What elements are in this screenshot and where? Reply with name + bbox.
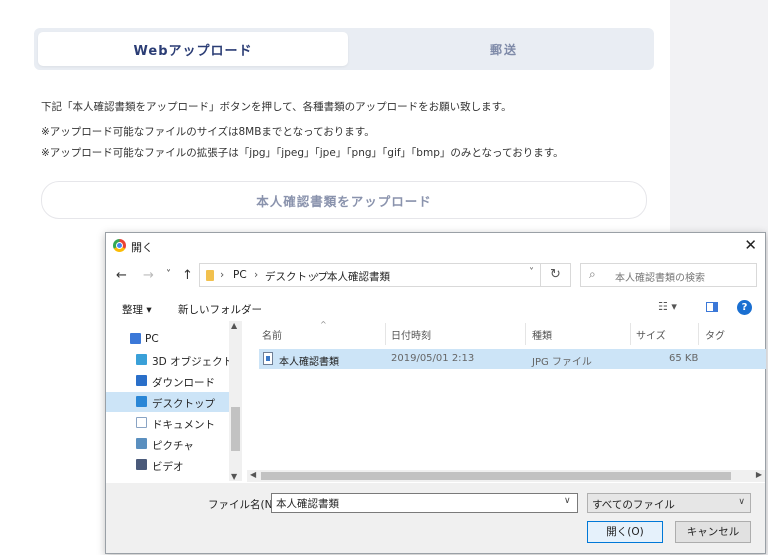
column-header-tag[interactable]: タグ: [705, 327, 725, 342]
column-header-size[interactable]: サイズ: [636, 327, 666, 342]
forward-arrow-icon[interactable]: →: [143, 268, 154, 283]
tab-bar: Webアップロード 郵送: [34, 28, 654, 70]
upload-instructions: 下記「本人確認書類をアップロード」ボタンを押して、各種書類のアップロードをお願い…: [41, 101, 512, 113]
column-header-date[interactable]: 日付時刻: [391, 327, 431, 342]
sidebar-item-3d-objects[interactable]: 3D オブジェクト: [106, 350, 234, 370]
search-input[interactable]: ⌕ 本人確認書類の検索: [580, 263, 757, 287]
help-icon[interactable]: ?: [737, 300, 752, 315]
navigation-pane-scrollbar[interactable]: ▲ ▼: [229, 321, 242, 481]
dialog-toolbar: 整理 ▾ 新しいフォルダー ☷ ▾ ?: [106, 295, 765, 321]
sort-ascending-icon: ^: [320, 320, 327, 329]
chevron-down-icon[interactable]: ˅: [529, 267, 534, 278]
preview-pane-icon[interactable]: [706, 302, 718, 312]
file-list: ^ 名前 日付時刻 種類 サイズ タグ 本人確認書類 2019/05/01 2:…: [243, 320, 766, 481]
file-type: JPG ファイル: [532, 357, 592, 368]
breadcrumb-separator-icon: ›: [315, 269, 320, 281]
file-type-select[interactable]: すべてのファイル ∨: [587, 493, 751, 513]
desktop-icon: [136, 396, 147, 407]
column-header-name[interactable]: 名前: [262, 327, 282, 342]
image-file-icon: [263, 352, 273, 365]
up-arrow-icon[interactable]: ↑: [182, 268, 193, 283]
search-icon: ⌕: [589, 267, 596, 281]
column-divider[interactable]: [630, 323, 631, 345]
breadcrumb-separator-icon: ›: [254, 269, 259, 281]
address-bar[interactable]: › PC › デスクトップ › 本人確認書類 ˅: [199, 263, 541, 287]
document-icon: [136, 417, 147, 428]
file-size: 65 KB: [669, 353, 699, 364]
dialog-title: 開く: [131, 241, 153, 254]
sidebar-item-downloads[interactable]: ダウンロード: [106, 371, 230, 391]
upload-id-document-button[interactable]: 本人確認書類をアップロード: [41, 181, 647, 219]
sidebar-item-documents[interactable]: ドキュメント: [106, 413, 230, 433]
open-button[interactable]: 開く(O): [587, 521, 663, 543]
folder-icon: [206, 270, 214, 281]
scrollbar-thumb[interactable]: [261, 472, 731, 480]
dialog-titlebar: 開く ✕: [106, 233, 765, 259]
refresh-icon[interactable]: ↻: [541, 263, 571, 287]
tab-web-upload[interactable]: Webアップロード: [38, 32, 348, 66]
scroll-down-icon[interactable]: ▼: [231, 472, 237, 481]
scroll-right-icon[interactable]: ▶: [756, 470, 762, 479]
recent-locations-icon[interactable]: ˅: [166, 269, 171, 280]
back-arrow-icon[interactable]: ←: [116, 268, 127, 283]
scrollbar-thumb[interactable]: [231, 407, 240, 451]
view-options-icon[interactable]: ☷ ▾: [658, 300, 677, 313]
cancel-button[interactable]: キャンセル: [675, 521, 751, 543]
new-folder-button[interactable]: 新しいフォルダー: [178, 302, 262, 317]
download-icon: [136, 375, 147, 386]
filename-input[interactable]: [271, 493, 578, 513]
chrome-icon: [113, 239, 126, 252]
scroll-left-icon[interactable]: ◀: [250, 470, 256, 479]
file-date: 2019/05/01 2:13: [391, 353, 475, 364]
sidebar-item-pictures[interactable]: ピクチャ: [106, 434, 230, 454]
search-placeholder: 本人確認書類の検索: [615, 273, 705, 284]
filename-label: ファイル名(N):: [208, 499, 281, 511]
sidebar-item-label: ピクチャ: [152, 440, 194, 452]
sidebar-item-videos[interactable]: ビデオ: [106, 455, 230, 475]
tab-mail[interactable]: 郵送: [354, 32, 654, 66]
open-file-dialog: 開く ✕ ← → ˅ ↑ › PC › デスクトップ › 本人確認書類 ˅ ↻ …: [105, 232, 766, 554]
column-divider[interactable]: [385, 323, 386, 345]
sidebar-item-label: 3D オブジェクト: [152, 356, 234, 368]
sidebar-item-label: ビデオ: [152, 461, 184, 473]
breadcrumb-pc[interactable]: PC: [233, 269, 247, 281]
navigation-pane: PC 3D オブジェクト ダウンロード デスクトップ ドキュメント ピクチャ ビ…: [106, 321, 243, 481]
navigation-bar: ← → ˅ ↑ › PC › デスクトップ › 本人確認書類 ˅ ↻ ⌕ 本人確…: [106, 260, 765, 292]
file-list-scrollbar[interactable]: ◀ ▶: [247, 470, 765, 482]
file-extension-note: ※アップロード可能なファイルの拡張子は「jpg」「jpeg」「jpe」「png」…: [41, 147, 564, 159]
video-icon: [136, 459, 147, 470]
filename-history-chevron-icon[interactable]: ∨: [564, 496, 571, 506]
sidebar-item-label: デスクトップ: [152, 398, 215, 410]
column-header-type[interactable]: 種類: [532, 327, 552, 342]
file-size-note: ※アップロード可能なファイルのサイズは8MBまでとなっております。: [41, 126, 375, 138]
organize-button[interactable]: 整理 ▾: [122, 302, 152, 317]
dialog-footer: ファイル名(N): ∨ すべてのファイル ∨ 開く(O) キャンセル: [106, 483, 765, 553]
breadcrumb-current-folder[interactable]: 本人確認書類: [327, 269, 390, 284]
sidebar-item-pc[interactable]: PC: [106, 329, 230, 349]
column-divider[interactable]: [525, 323, 526, 345]
sidebar-item-label: ダウンロード: [152, 377, 215, 389]
sidebar-item-label: ドキュメント: [152, 419, 215, 431]
close-icon[interactable]: ✕: [744, 236, 757, 254]
file-name: 本人確認書類: [279, 357, 339, 368]
scroll-up-icon[interactable]: ▲: [231, 321, 237, 330]
picture-icon: [136, 438, 147, 449]
3d-objects-icon: [136, 354, 147, 365]
breadcrumb-separator-icon: ›: [220, 269, 225, 281]
pc-icon: [130, 333, 141, 344]
file-type-value: すべてのファイル: [592, 499, 675, 511]
chevron-down-icon: ∨: [738, 497, 745, 507]
column-divider[interactable]: [698, 323, 699, 345]
sidebar-item-desktop[interactable]: デスクトップ: [106, 392, 230, 412]
table-row[interactable]: 本人確認書類 2019/05/01 2:13 JPG ファイル 65 KB: [259, 349, 766, 369]
sidebar-item-label: PC: [145, 333, 159, 345]
